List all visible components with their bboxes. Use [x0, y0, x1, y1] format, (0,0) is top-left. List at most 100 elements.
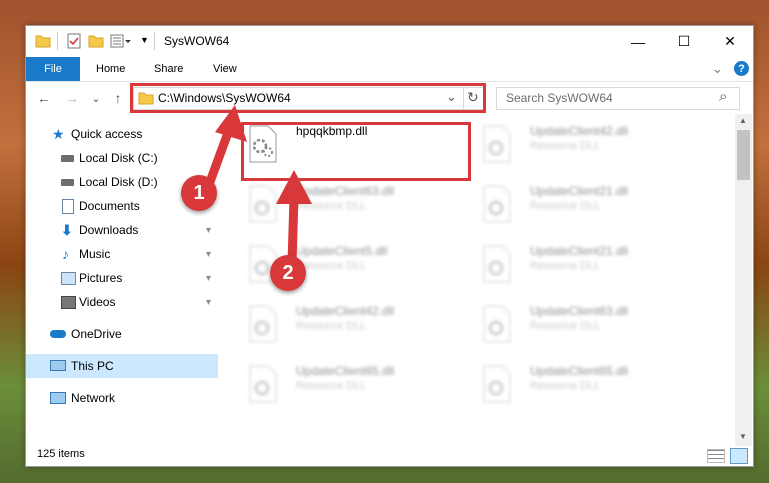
scroll-up-icon[interactable]: ▲ — [739, 116, 747, 125]
search-input[interactable]: Search SysWOW64 — [506, 91, 613, 105]
back-button[interactable]: ← — [34, 88, 54, 108]
separator — [57, 32, 58, 50]
back-arrow-icon: ← — [37, 90, 51, 106]
ribbon: File Home Share View ⌄ ? — [26, 57, 753, 82]
up-button[interactable]: ↑ — [108, 88, 128, 108]
pc-icon — [50, 360, 66, 371]
tab-share[interactable]: Share — [154, 57, 183, 81]
recent-locations-button[interactable]: ⌄ — [86, 88, 106, 108]
sidebar-item-quick-access[interactable]: ★ Quick access — [26, 122, 218, 146]
forward-arrow-icon: → — [65, 90, 79, 106]
folder-icon — [35, 35, 51, 48]
sidebar-item-this-pc[interactable]: This PC — [26, 354, 218, 378]
sidebar-item-label: This PC — [71, 359, 114, 373]
large-icons-view-icon[interactable] — [730, 448, 748, 464]
step-badge-1: 1 — [181, 175, 217, 211]
file-item[interactable]: UpdateClient42.dll Resource DLL — [246, 300, 471, 350]
music-icon: ♪ — [62, 246, 69, 262]
file-type: Resource DLL — [296, 320, 367, 332]
sidebar-item-label: Videos — [79, 295, 116, 309]
sidebar-item-onedrive[interactable]: OneDrive — [26, 322, 218, 346]
help-icon[interactable]: ? — [734, 61, 749, 76]
arrow-annotation-2 — [276, 170, 312, 268]
window-title: SysWOW64 — [164, 34, 230, 48]
new-folder-icon[interactable] — [88, 33, 104, 49]
dll-file-icon — [483, 365, 511, 403]
pictures-icon — [61, 272, 76, 285]
file-type: Resource DLL — [530, 320, 601, 332]
file-item[interactable]: UpdateClient63.dll Resource DLL — [480, 300, 705, 350]
dll-file-icon — [483, 125, 511, 163]
pin-icon[interactable]: ▾ — [206, 249, 211, 260]
step-badge-2: 2 — [270, 255, 306, 291]
sidebar-item-network[interactable]: Network — [26, 386, 218, 410]
expand-ribbon-icon[interactable]: ⌄ — [712, 57, 723, 81]
vertical-scrollbar[interactable]: ▲ ▼ — [735, 114, 752, 446]
address-bar-highlight — [130, 83, 486, 113]
item-count: 125 items — [37, 448, 85, 460]
sidebar-item-local-disk-c[interactable]: Local Disk (C:) — [26, 146, 218, 170]
sidebar-item-videos[interactable]: Videos ▾ — [26, 290, 218, 314]
pin-icon[interactable]: ▾ — [206, 225, 211, 236]
sidebar-item-pictures[interactable]: Pictures ▾ — [26, 266, 218, 290]
file-name: UpdateClient21.dll — [530, 244, 629, 258]
close-icon: ✕ — [724, 33, 736, 49]
minimize-icon: — — [631, 33, 645, 50]
search-icon[interactable]: ⌕ — [719, 88, 727, 105]
sidebar-item-label: Pictures — [79, 271, 123, 285]
status-bar: 125 items — [26, 446, 753, 466]
quick-access-dropdown-icon[interactable]: ▼ — [140, 35, 149, 51]
dll-file-icon — [249, 305, 277, 343]
network-icon — [50, 392, 66, 404]
file-item[interactable]: UpdateClient65.dll Resource DLL — [246, 360, 471, 410]
drive-icon — [61, 179, 74, 186]
dll-file-icon — [483, 185, 511, 223]
pin-icon[interactable]: ▾ — [206, 273, 211, 284]
chevron-down-icon: ⌄ — [91, 92, 101, 105]
dll-file-icon — [483, 245, 511, 283]
file-name: UpdateClient42.dll — [530, 124, 629, 138]
drive-icon — [61, 155, 74, 162]
file-name: UpdateClient65.dll — [296, 364, 395, 378]
sidebar-item-label: Documents — [79, 199, 140, 213]
file-item[interactable]: UpdateClient21.dll Resource DLL — [480, 180, 705, 230]
scroll-down-icon[interactable]: ▼ — [739, 432, 747, 441]
scrollbar-thumb[interactable] — [737, 130, 750, 180]
up-arrow-icon: ↑ — [114, 90, 122, 106]
tab-home[interactable]: Home — [96, 57, 125, 81]
dll-file-icon — [483, 305, 511, 343]
properties-icon[interactable] — [66, 33, 82, 49]
file-type: Resource DLL — [296, 380, 367, 392]
sidebar-item-label: Downloads — [79, 223, 139, 237]
maximize-button[interactable]: ☐ — [661, 26, 707, 57]
file-type: Resource DLL — [530, 260, 601, 272]
file-name: UpdateClient42.dll — [296, 304, 395, 318]
details-view-icon[interactable] — [707, 449, 725, 463]
pin-icon[interactable]: ▾ — [206, 297, 211, 308]
minimize-button[interactable]: — — [615, 26, 661, 57]
forward-button[interactable]: → — [62, 88, 82, 108]
sidebar-item-label: Local Disk (C:) — [79, 151, 158, 165]
close-button[interactable]: ✕ — [707, 26, 753, 57]
tab-view[interactable]: View — [213, 57, 237, 81]
file-item[interactable]: UpdateClient65.dll Resource DLL — [480, 360, 705, 410]
title-bar: ▼ SysWOW64 — ☐ ✕ — [26, 26, 753, 57]
sidebar-item-music[interactable]: ♪ Music ▾ — [26, 242, 218, 266]
videos-icon — [61, 296, 76, 309]
file-name: UpdateClient63.dll — [530, 304, 629, 318]
file-item[interactable]: UpdateClient21.dll Resource DLL — [480, 240, 705, 290]
file-type: Resource DLL — [530, 200, 601, 212]
sidebar-item-downloads[interactable]: ⬇ Downloads ▾ — [26, 218, 218, 242]
navigation-pane: ★ Quick access Local Disk (C:) Local Dis… — [26, 114, 218, 434]
customize-quick-access-icon[interactable] — [110, 33, 132, 49]
sidebar-item-label: Network — [71, 391, 116, 405]
documents-icon — [62, 199, 74, 214]
file-type: Resource DLL — [530, 140, 601, 152]
maximize-icon: ☐ — [677, 33, 691, 49]
tab-file[interactable]: File — [26, 57, 80, 81]
sidebar-item-label: Quick access — [71, 127, 143, 141]
file-item[interactable]: UpdateClient42.dll Resource DLL — [480, 120, 705, 170]
sidebar-item-label: OneDrive — [71, 327, 122, 341]
search-box[interactable]: Search SysWOW64 ⌕ — [496, 87, 740, 110]
dll-file-icon — [249, 365, 277, 403]
